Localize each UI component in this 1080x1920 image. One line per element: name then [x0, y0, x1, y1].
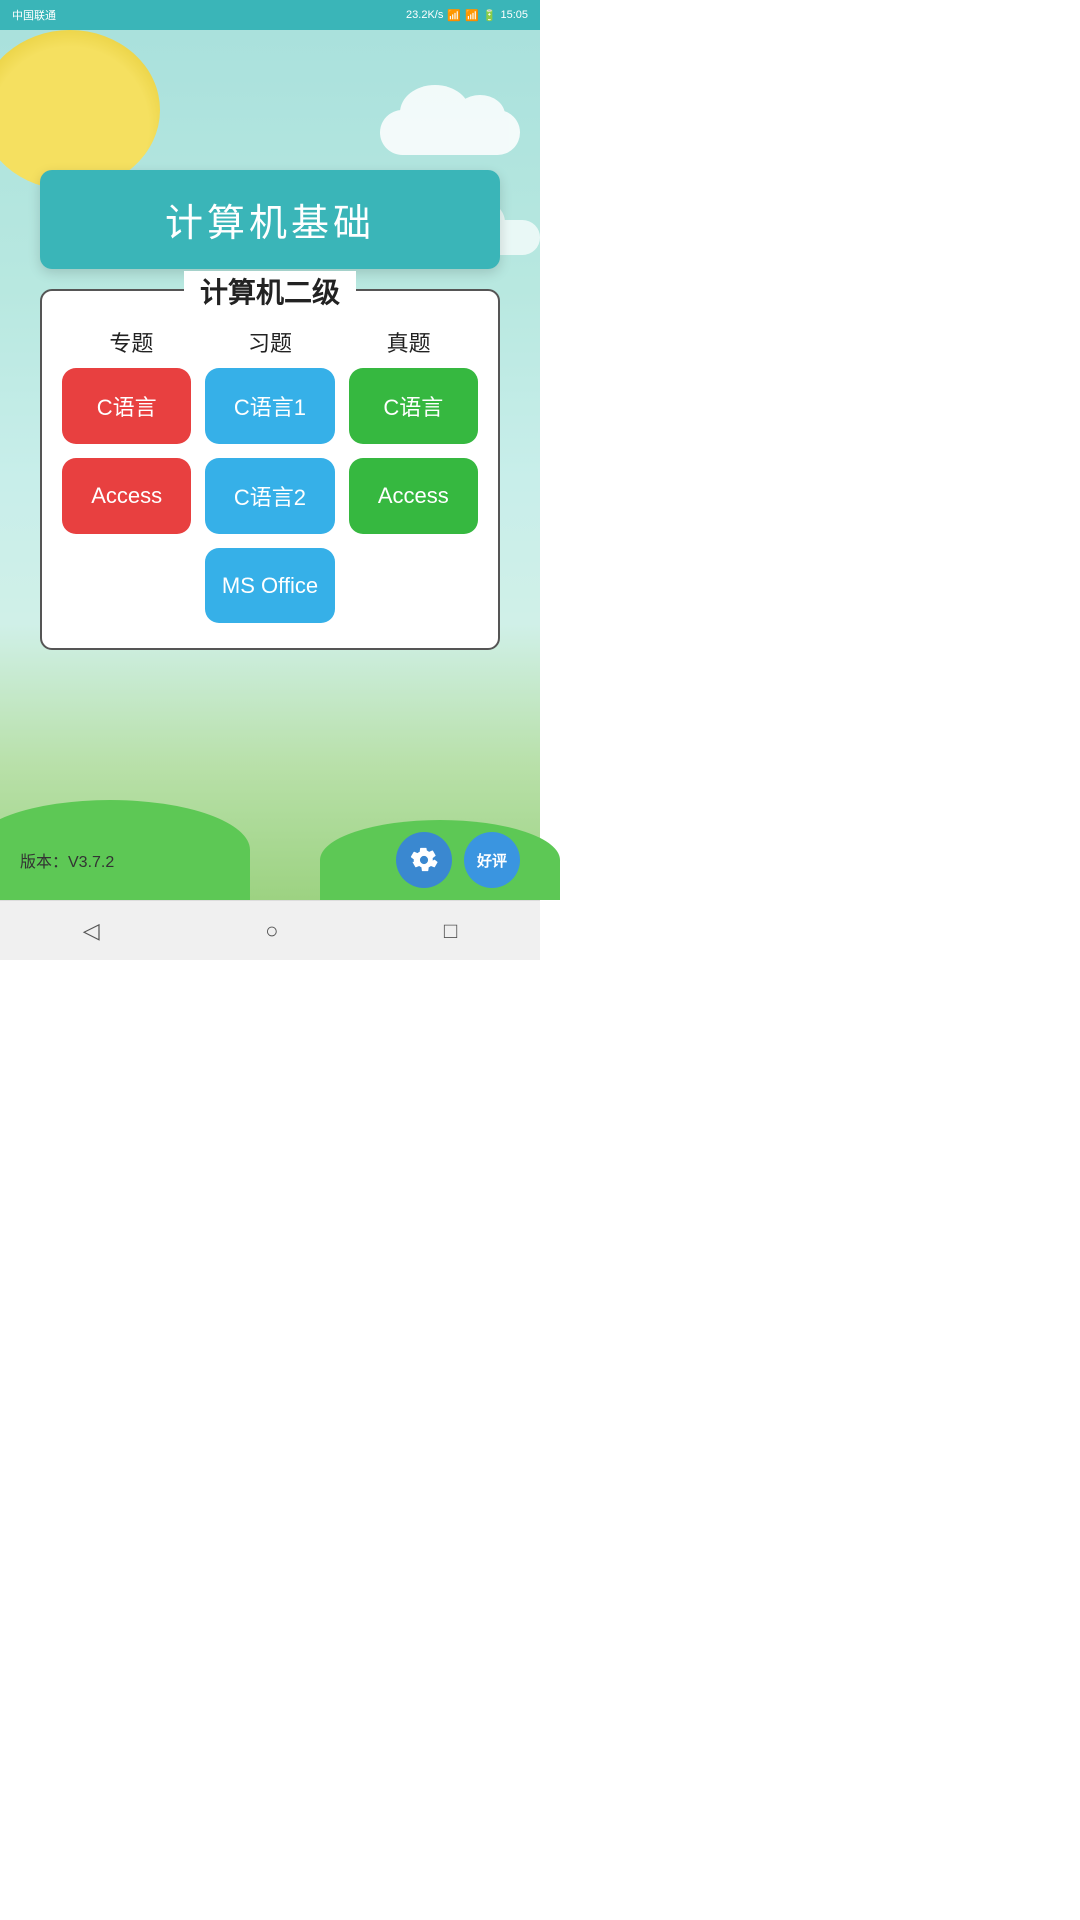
- status-right: 23.2K/s 📶 📶 🔋 15:05: [406, 9, 528, 22]
- battery-icon: 🔋: [483, 9, 497, 22]
- carrier-label: 中国联通: [12, 7, 56, 23]
- btn-xiti-clang2[interactable]: C语言2: [205, 458, 334, 534]
- btn-xiti-clang1[interactable]: C语言1: [205, 368, 334, 444]
- gear-icon: [410, 846, 438, 874]
- btn-zhenti-clang[interactable]: C语言: [349, 368, 478, 444]
- time-label: 15:05: [500, 9, 528, 21]
- bottom-buttons: 好评: [396, 832, 520, 888]
- signal-icon: 📶: [465, 9, 479, 22]
- speed-label: 23.2K/s: [406, 9, 443, 21]
- nav-bar: ◁ ○ □: [0, 900, 540, 960]
- nav-back-icon[interactable]: ◁: [83, 918, 100, 944]
- wifi-icon: 📶: [447, 9, 461, 22]
- status-bar: 中国联通 23.2K/s 📶 📶 🔋 15:05: [0, 0, 540, 30]
- btn-xiti-msoffice[interactable]: MS Office: [205, 548, 334, 623]
- settings-button[interactable]: [396, 832, 452, 888]
- subject-card: 计算机二级 专题 习题 真题 C语言 C语言1 C语言 Access C语言2 …: [40, 289, 500, 650]
- btn-zhuanti-access[interactable]: Access: [62, 458, 191, 534]
- btn-zhuanti-clang[interactable]: C语言: [62, 368, 191, 444]
- btn-empty-1: [62, 548, 191, 623]
- col-header-zhenti: 真题: [339, 326, 478, 358]
- version-label: 版本：V3.7.2: [20, 848, 114, 872]
- nav-home-icon[interactable]: ○: [265, 918, 278, 944]
- app-title: 计算机基础: [165, 203, 375, 245]
- grid-headers: 专题 习题 真题: [62, 326, 478, 358]
- review-button[interactable]: 好评: [464, 832, 520, 888]
- btn-empty-2: [349, 548, 478, 623]
- buttons-grid: C语言 C语言1 C语言 Access C语言2 Access MS Offic…: [62, 368, 478, 623]
- title-banner: 计算机基础: [40, 170, 500, 269]
- col-header-zhuanti: 专题: [62, 326, 201, 358]
- nav-recent-icon[interactable]: □: [444, 918, 457, 944]
- btn-zhenti-access[interactable]: Access: [349, 458, 478, 534]
- bottom-bar: 版本：V3.7.2 好评: [0, 820, 540, 900]
- col-header-xiti: 习题: [201, 326, 340, 358]
- main-content: 计算机基础 计算机二级 专题 习题 真题 C语言 C语言1 C语言 Access…: [0, 30, 540, 900]
- card-title: 计算机二级: [184, 271, 356, 311]
